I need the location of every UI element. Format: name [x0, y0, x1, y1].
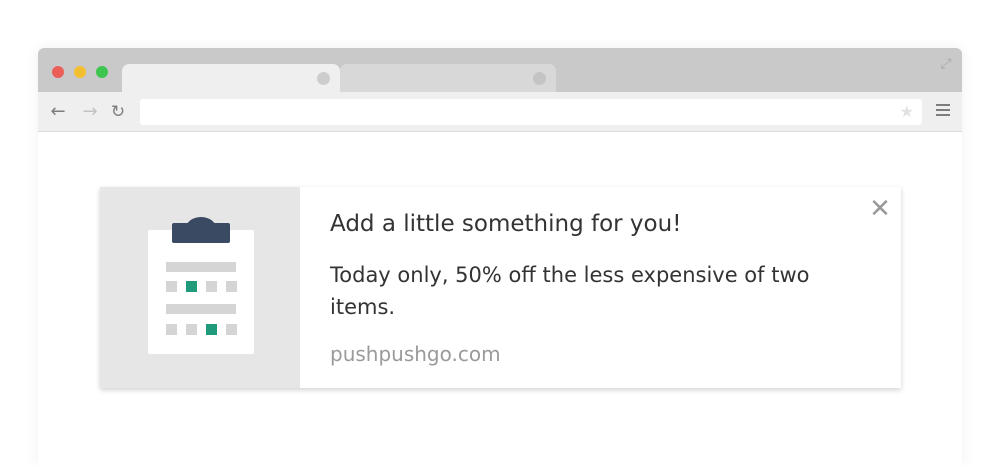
tab-active[interactable]: [122, 64, 340, 92]
menu-icon[interactable]: [936, 104, 950, 118]
back-arrow-icon[interactable]: ←: [48, 102, 68, 122]
clipboard-icon: [148, 230, 254, 354]
minimize-window-button[interactable]: [74, 66, 86, 78]
notification-icon-panel: [100, 187, 300, 388]
expand-icon[interactable]: ⤢: [938, 56, 954, 72]
address-bar[interactable]: ★: [140, 99, 922, 125]
tab-close-icon[interactable]: [317, 72, 330, 85]
clipboard-clip-bar: [172, 223, 230, 243]
browser-toolbar: ← → ↻ ★: [38, 92, 962, 132]
close-window-button[interactable]: [52, 66, 64, 78]
tab-inactive[interactable]: [340, 64, 556, 92]
notification-site: pushpushgo.com: [330, 342, 501, 366]
tab-close-icon[interactable]: [533, 72, 546, 85]
browser-titlebar: ⤢: [38, 48, 962, 92]
notification-body: Today only, 50% off the less expensive o…: [330, 263, 810, 319]
maximize-window-button[interactable]: [96, 66, 108, 78]
reload-icon[interactable]: ↻: [108, 102, 128, 122]
forward-arrow-icon[interactable]: →: [80, 102, 100, 122]
push-notification[interactable]: Add a little something for you! Today on…: [100, 187, 901, 388]
bookmark-star-icon[interactable]: ★: [900, 102, 914, 122]
notification-close-icon[interactable]: ✕: [868, 196, 892, 222]
notification-title: Add a little something for you!: [330, 211, 682, 237]
